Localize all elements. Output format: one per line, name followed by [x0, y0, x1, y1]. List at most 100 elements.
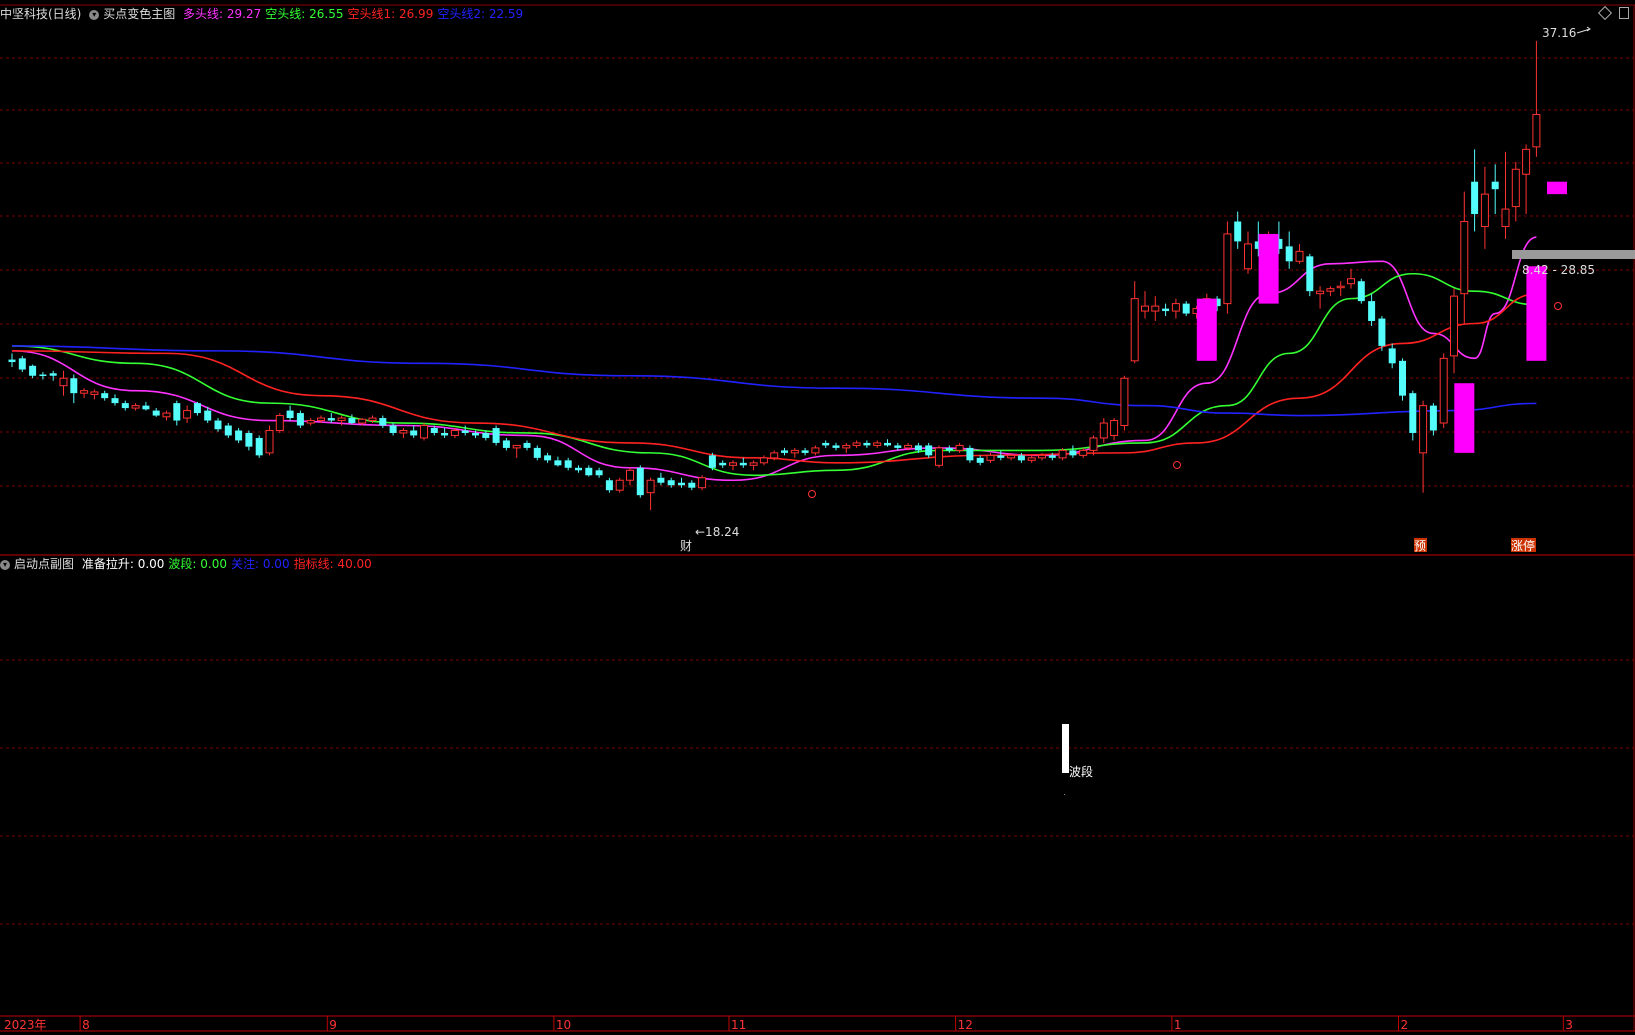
candle-body-83 — [863, 442, 871, 446]
candle-body-146 — [1511, 168, 1520, 208]
signal-circle-0 — [808, 490, 816, 498]
candle-body-84 — [873, 442, 882, 446]
candle-body-48 — [502, 440, 510, 448]
candle-body-11 — [121, 403, 129, 409]
candle-body-13 — [142, 405, 150, 410]
candle-body-40 — [420, 425, 428, 439]
candle-body-60 — [626, 469, 634, 481]
candle-body-54 — [564, 460, 572, 468]
candle-body-20 — [214, 420, 222, 430]
candle-body-55 — [575, 467, 582, 471]
candle-body-145 — [1501, 208, 1510, 227]
candle-body-65 — [678, 482, 685, 486]
candle-body-76 — [790, 449, 799, 454]
candle-body-24 — [255, 437, 263, 456]
candle-body-34 — [358, 418, 367, 424]
chart-canvas[interactable]: 37.16 ←18.24 8.42 - 28.85 财 预 涨停 波段 2023年 8 9 10… — [0, 0, 1635, 1035]
chevron-down-icon[interactable]: ▾ — [0, 559, 10, 570]
range-bar — [1512, 250, 1635, 259]
axis-month-2: 10 — [556, 1018, 571, 1032]
candle-body-119 — [1234, 221, 1242, 242]
main-header-item-3: 空头线2: 22.59 — [437, 7, 524, 21]
main-header-item-1: 空头线: 26.55 — [265, 7, 344, 21]
candle-body-139 — [1439, 357, 1448, 424]
maximize-icon[interactable] — [1619, 7, 1629, 19]
candles — [8, 40, 1541, 511]
candle-body-51 — [533, 447, 541, 458]
candle-body-85 — [884, 442, 891, 446]
candle-body-133 — [1378, 318, 1386, 346]
main-indicator-values: 多头线: 29.27 空头线: 26.55 空头线1: 26.99 空头线2: 22.… — [183, 7, 527, 21]
candle-body-57 — [595, 470, 603, 476]
candle-body-144 — [1491, 181, 1499, 190]
candle-body-30 — [317, 417, 325, 422]
candle-body-35 — [368, 417, 377, 422]
candle-body-142 — [1471, 181, 1479, 215]
stock-name[interactable]: 中坚科技(日线) — [0, 7, 81, 21]
candle-body-75 — [781, 450, 788, 453]
candle-body-114 — [1182, 303, 1190, 314]
candle-body-92 — [955, 444, 964, 451]
candle-body-141 — [1460, 221, 1469, 295]
candle-body-25 — [265, 429, 274, 454]
candle-body-132 — [1368, 301, 1376, 322]
candle-body-94 — [976, 457, 984, 463]
candle-body-42 — [441, 432, 449, 436]
grid — [0, 57, 1634, 925]
high-price-label: 37.16 — [1542, 26, 1576, 40]
candle-body-108 — [1120, 377, 1129, 427]
sub-panel: 波段 — [1062, 724, 1093, 795]
candle-body-6 — [70, 378, 78, 394]
candle-body-64 — [667, 480, 675, 486]
candle-body-70 — [729, 462, 737, 466]
highlight-box-4 — [1547, 181, 1567, 195]
candle-body-136 — [1409, 393, 1417, 433]
candle-body-143 — [1480, 193, 1489, 227]
candle-body-41 — [430, 428, 438, 433]
candle-body-72 — [749, 462, 758, 466]
candle-body-2 — [29, 365, 37, 376]
candle-body-66 — [688, 482, 696, 488]
candle-body-46 — [482, 432, 490, 438]
axis-month-0: 8 — [82, 1018, 90, 1032]
signal-circle-1 — [1173, 461, 1181, 469]
axis-month-6: 2 — [1401, 1018, 1409, 1032]
candle-body-128 — [1326, 288, 1335, 292]
candle-body-73 — [759, 457, 768, 464]
ma-line-3 — [11, 345, 1537, 417]
candle-body-36 — [379, 418, 387, 426]
candle-body-22 — [235, 430, 243, 441]
candle-body-0 — [8, 359, 16, 363]
candle-body-18 — [193, 403, 201, 414]
candle-body-147 — [1522, 148, 1531, 175]
candle-body-96 — [997, 455, 1005, 458]
candle-body-126 — [1306, 256, 1314, 292]
candle-body-23 — [245, 432, 253, 447]
sub-header: ▾ 启动点副图 准备拉升: 0.00 波段: 0.00 关注: 0.00 指标线: 40… — [0, 555, 380, 571]
axis-month-4: 12 — [958, 1018, 973, 1032]
high-arrow-icon — [1576, 26, 1591, 34]
main-indicator-name[interactable]: 买点变色主图 — [103, 7, 175, 21]
candle-body-100 — [1038, 454, 1046, 459]
candle-body-44 — [461, 430, 469, 433]
signal-circle-2 — [1554, 302, 1562, 310]
candle-body-49 — [512, 444, 521, 449]
candle-body-78 — [811, 447, 820, 454]
candle-body-7 — [80, 390, 89, 394]
candle-body-68 — [708, 455, 716, 468]
candle-body-63 — [657, 477, 665, 483]
candle-body-15 — [162, 412, 171, 418]
sub-indicator-name[interactable]: 启动点副图 — [14, 557, 74, 571]
candle-body-69 — [719, 462, 727, 466]
highlight-box-3 — [1454, 383, 1475, 453]
candle-body-99 — [1027, 457, 1036, 461]
candle-body-82 — [852, 442, 861, 446]
candle-body-135 — [1399, 360, 1406, 396]
highlight-box-1 — [1258, 233, 1279, 304]
candle-body-86 — [894, 445, 902, 448]
axis-year-label: 2023年 — [4, 1018, 47, 1032]
candle-body-33 — [348, 418, 356, 424]
candle-body-102 — [1058, 449, 1067, 459]
chevron-down-icon[interactable]: ▾ — [89, 9, 100, 20]
candle-body-53 — [554, 460, 562, 466]
